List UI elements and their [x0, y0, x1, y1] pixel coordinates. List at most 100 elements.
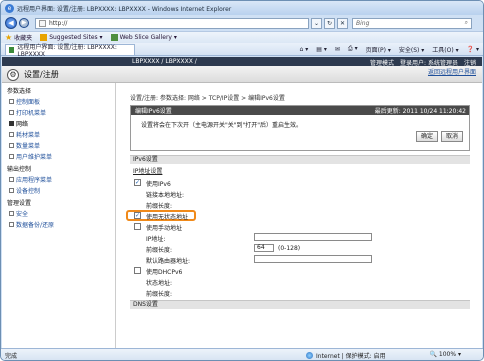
- sidebar-group-preferences: 参数选择: [7, 88, 32, 95]
- panel-header: 编辑IPv6设置 最后更新: 2011 10/24 11:20:42: [131, 106, 469, 115]
- sidebar-item-security[interactable]: 安全: [9, 209, 115, 218]
- page-title: 设置/注册: [24, 70, 59, 79]
- use-manual-checkbox[interactable]: [134, 223, 141, 230]
- gateway-input[interactable]: [254, 255, 372, 263]
- home-icon[interactable]: ⌂ ▾: [300, 46, 309, 53]
- use-ipv6-row: ✓ 使用IPv6: [130, 177, 470, 188]
- print-icon[interactable]: ⎙ ▾: [348, 45, 358, 53]
- sidebar-group-output: 输出控制: [7, 166, 32, 173]
- printer-header-bar: LBPXXXX / LBPXXXX / 管理模式 登录用户: 系统管理员 注销: [2, 57, 482, 67]
- state-prefix-label: 前缀长度:: [146, 291, 173, 298]
- help-menu[interactable]: ❓ ▾: [467, 46, 479, 53]
- panel-title: 编辑IPv6设置: [135, 108, 172, 115]
- forward-button[interactable]: ▶: [19, 18, 29, 28]
- tab-row: 远程用户界面: 设置/注册: LBPXXXX: LBPXXXX ⌂ ▾ ▤ ▾ …: [1, 43, 483, 58]
- state-address-label: 状态地址:: [146, 280, 173, 287]
- settings-form: IPv6设置 IP地址设置 ✓ 使用IPv6 链接本地地址: 前缀长度: ✓ 使…: [126, 155, 470, 348]
- sidebar-item-backup-restore[interactable]: 数据备份/还原: [9, 220, 115, 229]
- link-local-label: 链接本地地址:: [146, 192, 185, 199]
- search-placeholder: Bing: [356, 19, 370, 27]
- window-title: 远程用户界面: 设置/注册: LBPXXXX: LBPXXXX - Window…: [17, 5, 232, 13]
- use-stateless-label: 使用无状态地址: [146, 214, 189, 221]
- back-button[interactable]: ◀: [5, 17, 17, 29]
- sidebar-item-control-panel[interactable]: 控制面板: [9, 97, 115, 106]
- suggested-sites-icon: [40, 34, 48, 41]
- gateway-label: 默认路由器地址:: [146, 258, 191, 265]
- sidebar-item-applications[interactable]: 应用程序菜单: [9, 175, 115, 184]
- search-icon[interactable]: ⌕: [465, 19, 471, 27]
- manual-row: 使用手动地址: [130, 221, 470, 232]
- sidebar-item-consumables[interactable]: 耗材菜单: [9, 130, 115, 139]
- page-icon: [39, 19, 46, 27]
- page-title-band: ⚙ 设置/注册 返回远程用户界面: [2, 66, 482, 83]
- link-prefix-row: 前缀长度:: [130, 199, 470, 210]
- use-ipv6-checkbox[interactable]: ✓: [134, 179, 141, 186]
- restart-message: 设置将会在下次开（主电源开关"关"到"打开"后）重启生效。: [141, 122, 303, 129]
- mail-icon[interactable]: ✉: [335, 46, 340, 53]
- star-icon: ★: [5, 33, 13, 42]
- breadcrumb: 设置/注册: 参数选择: 网络 > TCP/IP设置 > 编辑IPv6设置: [130, 95, 285, 102]
- title-bar: e 远程用户界面: 设置/注册: LBPXXXX: LBPXXXX - Wind…: [1, 1, 483, 15]
- ip-address-row: IP地址:: [130, 232, 470, 243]
- zoom-level[interactable]: 🔍 100% ▾: [430, 351, 461, 358]
- main-content: 设置/注册: 参数选择: 网络 > TCP/IP设置 > 编辑IPv6设置 编辑…: [124, 83, 478, 348]
- sidebar-item-printer-menu[interactable]: 打印机菜单: [9, 108, 115, 117]
- use-dhcp-label: 使用DHCPv6: [146, 269, 183, 276]
- compat-view-button[interactable]: ⌄: [311, 17, 322, 29]
- dhcp-row: 使用DHCPv6: [130, 265, 470, 276]
- prefix-input[interactable]: 64: [254, 244, 274, 252]
- stop-button[interactable]: ✕: [337, 17, 348, 29]
- sidebar-item-device-control[interactable]: 设备控制: [9, 186, 115, 195]
- ipv6-section-header: IPv6设置: [130, 155, 470, 164]
- command-bar: ⌂ ▾ ▤ ▾ ✉ ⎙ ▾ 页面(P) ▾ 安全(S) ▾ 工具(O) ▾ ❓ …: [292, 45, 483, 54]
- sidebar-item-counter[interactable]: 数量菜单: [9, 141, 115, 150]
- sidebar: 参数选择 控制面板 打印机菜单 网络 耗材菜单 数量菜单 用户维护菜单 输出控制…: [2, 83, 116, 348]
- stateless-row: ✓ 使用无状态地址: [126, 210, 470, 221]
- gateway-row: 默认路由器地址:: [130, 254, 470, 265]
- tools-menu[interactable]: 工具(O) ▾: [432, 45, 458, 54]
- prefix-row: 前缀长度: 64 (0-128): [130, 243, 470, 254]
- ie-logo-icon: e: [5, 3, 14, 13]
- use-dhcp-checkbox[interactable]: [134, 267, 141, 274]
- settings-gear-icon: ⚙: [7, 69, 19, 81]
- use-ipv6-label: 使用IPv6: [146, 181, 171, 188]
- ip-address-subsection: IP地址设置: [133, 168, 163, 175]
- link-prefix-label: 前缀长度:: [146, 203, 173, 210]
- edit-panel: 编辑IPv6设置 最后更新: 2011 10/24 11:20:42 设置将会在…: [130, 105, 470, 151]
- status-text: 完成: [5, 352, 18, 360]
- dns-section-header: DNS设置: [130, 300, 470, 309]
- address-bar[interactable]: http://: [35, 17, 309, 29]
- prefix-range: (0-128): [278, 245, 301, 252]
- page-menu[interactable]: 页面(P) ▾: [366, 45, 391, 54]
- safety-menu[interactable]: 安全(S) ▾: [399, 45, 424, 54]
- ip-address-label: IP地址:: [146, 236, 166, 243]
- refresh-button[interactable]: ↻: [324, 17, 335, 29]
- last-updated: 最后更新: 2011 10/24 11:20:42: [374, 108, 466, 115]
- web-slice-icon: [110, 34, 118, 41]
- cancel-button[interactable]: 取消: [441, 131, 463, 142]
- page-content: LBPXXXX / LBPXXXX / 管理模式 登录用户: 系统管理员 注销 …: [2, 57, 482, 348]
- ok-button[interactable]: 确定: [416, 131, 438, 142]
- suggested-sites-link[interactable]: Suggested Sites ▾: [40, 34, 103, 41]
- use-manual-label: 使用手动地址: [146, 225, 183, 232]
- return-portal-link[interactable]: 返回远程用户界面: [428, 67, 476, 76]
- security-zone[interactable]: Internet | 保护模式: 启用: [306, 351, 386, 360]
- use-stateless-checkbox[interactable]: ✓: [134, 212, 141, 219]
- web-slice-gallery-link[interactable]: Web Slice Gallery ▾: [110, 34, 177, 41]
- sidebar-group-management: 管理设置: [7, 200, 32, 207]
- address-value: http://: [49, 19, 68, 27]
- sidebar-item-user-maintenance[interactable]: 用户维护菜单: [9, 152, 115, 161]
- globe-icon: [306, 352, 313, 359]
- status-bar: 完成 Internet | 保护模式: 启用 🔍 100% ▾: [1, 348, 483, 360]
- feeds-icon[interactable]: ▤ ▾: [316, 46, 327, 53]
- browser-tab[interactable]: 远程用户界面: 设置/注册: LBPXXXX: LBPXXXX: [5, 43, 135, 58]
- ip-address-input[interactable]: [254, 233, 372, 241]
- browser-window: e 远程用户界面: 设置/注册: LBPXXXX: LBPXXXX - Wind…: [0, 0, 484, 361]
- state-prefix-row: 前缀长度:: [130, 287, 470, 298]
- tab-page-icon: [9, 46, 15, 53]
- prefix-label: 前缀长度:: [146, 247, 173, 254]
- state-address-row: 状态地址:: [130, 276, 470, 287]
- search-input[interactable]: Bing ⌕: [352, 17, 472, 29]
- sidebar-item-network[interactable]: 网络: [9, 119, 115, 128]
- link-local-row: 链接本地地址:: [130, 188, 470, 199]
